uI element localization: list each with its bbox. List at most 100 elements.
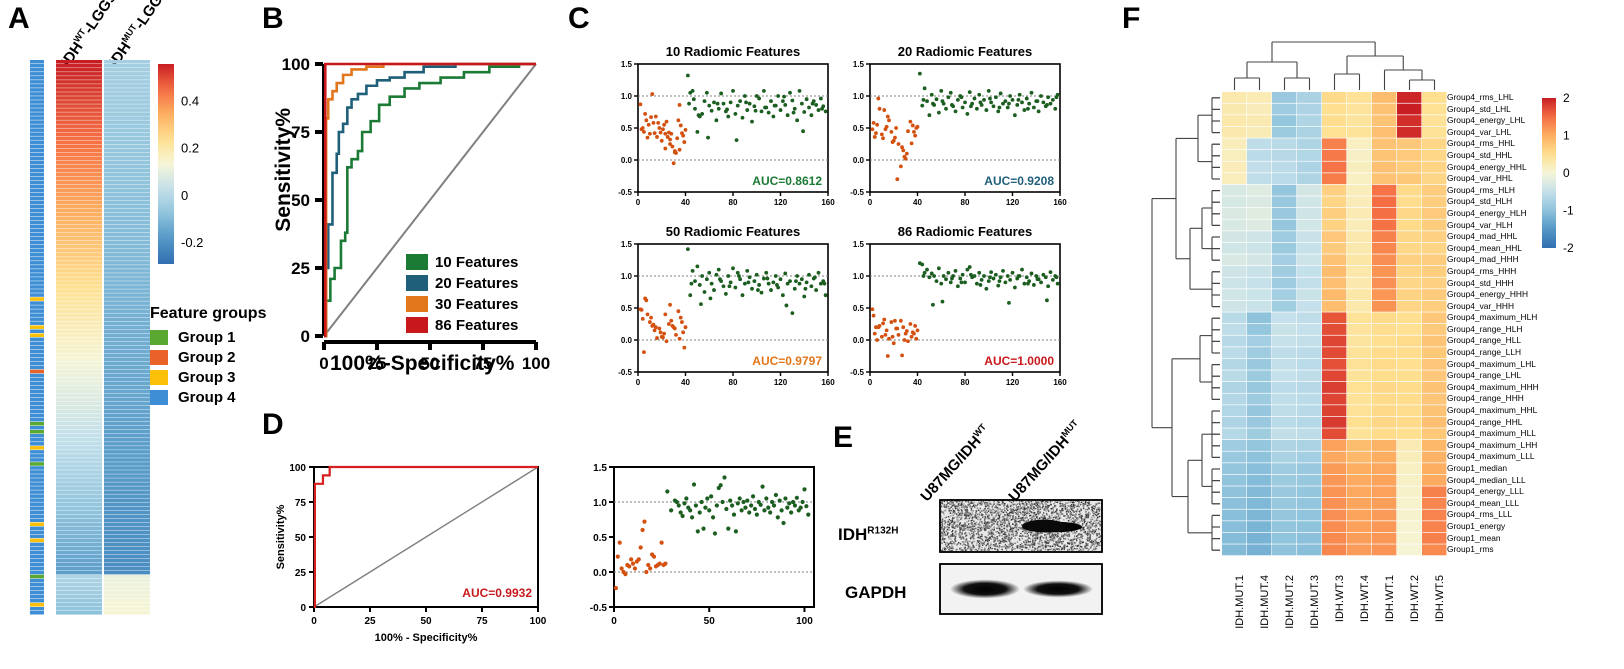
svg-text:-1: -1 <box>1563 204 1574 218</box>
svg-text:120: 120 <box>1006 198 1020 207</box>
panel-e-letter: E <box>833 421 854 454</box>
panel-b-letter: B <box>262 2 284 35</box>
legend-swatch-group3 <box>150 370 168 385</box>
panel-e-lane-label-mut: U87MG/IDHMUT <box>1005 418 1086 505</box>
panel-f-row-label: Group4_range_HHL <box>1447 416 1523 427</box>
panel-f-row-label: Group4_mad_HHL <box>1447 231 1518 242</box>
svg-text:40: 40 <box>913 378 922 387</box>
svg-text:-2: -2 <box>1563 241 1574 255</box>
svg-text:25: 25 <box>295 568 307 579</box>
svg-text:1: 1 <box>1563 129 1570 143</box>
svg-text:0: 0 <box>868 198 873 207</box>
svg-text:50: 50 <box>420 616 432 627</box>
svg-text:0: 0 <box>636 198 641 207</box>
svg-text:30 Features: 30 Features <box>435 296 518 313</box>
panel-e-blot <box>939 499 1110 630</box>
svg-text:120: 120 <box>774 378 788 387</box>
svg-text:0: 0 <box>311 616 317 627</box>
svg-text:1.0: 1.0 <box>621 272 633 281</box>
panel-f-row-label: Group4_var_HLH <box>1447 219 1513 230</box>
panel-c-charts: 10 Radiomic Features 1.5 1.0 0.5 0.0 -0.5 0 40 8… <box>600 36 1067 396</box>
svg-text:75: 75 <box>476 616 488 627</box>
svg-text:-0.5: -0.5 <box>590 603 608 614</box>
svg-text:80: 80 <box>729 378 738 387</box>
svg-text:1.5: 1.5 <box>621 60 633 69</box>
panel-f-col-label: IDH.WT.5 <box>1434 575 1446 623</box>
panel-f-row-label: Group4_range_HLL <box>1447 335 1522 346</box>
panel-f-row-label: Group1_energy <box>1447 520 1506 531</box>
panel-f-row-label: Group4_rms_HLH <box>1447 184 1515 195</box>
panel-d-letter: D <box>262 408 284 441</box>
svg-text:160: 160 <box>821 198 835 207</box>
panel-f-col-label: IDH.WT.1 <box>1384 575 1396 623</box>
panel-f-col-label: IDH.MUT.3 <box>1309 575 1321 629</box>
panel-f-row-label: Group4_maximum_LHH <box>1447 439 1538 450</box>
panel-f-row-label: Group4_std_HHH <box>1447 277 1514 288</box>
svg-text:0.5: 0.5 <box>621 124 633 133</box>
svg-text:AUC=1.0000: AUC=1.0000 <box>984 354 1054 368</box>
svg-text:40: 40 <box>681 378 690 387</box>
svg-text:80: 80 <box>961 378 970 387</box>
legend-label-group3: Group 3 <box>178 369 236 386</box>
svg-text:0.5: 0.5 <box>853 304 865 313</box>
svg-text:AUC=0.9932: AUC=0.9932 <box>462 586 532 600</box>
svg-text:0: 0 <box>1563 166 1570 180</box>
svg-text:10 Features: 10 Features <box>435 254 518 271</box>
panel-a-legend-title: Feature groups <box>150 305 267 322</box>
svg-text:100: 100 <box>282 55 310 74</box>
panel-f-row-label: Group4_std_HLH <box>1447 196 1513 207</box>
svg-text:0: 0 <box>319 354 328 373</box>
panel-f-row-label: Group1_rms <box>1447 544 1494 555</box>
panel-f-row-label: Group4_range_HHH <box>1447 393 1524 404</box>
legend-item: Group 1 <box>150 329 266 346</box>
svg-text:0: 0 <box>636 378 641 387</box>
svg-text:1.0: 1.0 <box>593 498 607 509</box>
panel-d-scatter-chart: 1.5 1.0 0.5 0.0 -0.5 0 50 100 <box>580 455 830 655</box>
svg-text:80: 80 <box>729 198 738 207</box>
svg-text:20 Radiomic Features: 20 Radiomic Features <box>898 44 1032 59</box>
panel-e-row-label-idh-text: IDHR132H <box>838 525 899 544</box>
svg-text:1.0: 1.0 <box>853 272 865 281</box>
panel-d-scatter-svg: 1.5 1.0 0.5 0.0 -0.50 50 100 <box>590 463 815 627</box>
legend-item: Group 3 <box>150 369 266 386</box>
svg-text:10 Radiomic Features: 10 Radiomic Features <box>666 44 800 59</box>
svg-text:100: 100 <box>530 616 547 627</box>
svg-text:86 Features: 86 Features <box>435 317 518 334</box>
panel-f-row-label: Group4_maximum_LHL <box>1447 358 1536 369</box>
svg-text:120: 120 <box>774 198 788 207</box>
panel-f-row-label: Group4_rms_HHH <box>1447 265 1517 276</box>
svg-text:0: 0 <box>300 603 306 614</box>
svg-text:0.0: 0.0 <box>853 336 865 345</box>
svg-text:-0.5: -0.5 <box>850 368 864 377</box>
svg-text:0.5: 0.5 <box>621 304 633 313</box>
svg-text:100: 100 <box>796 616 813 627</box>
svg-text:0.5: 0.5 <box>853 124 865 133</box>
panel-f-heatmap-svg <box>1151 41 1447 556</box>
svg-text:86 Radiomic Features: 86 Radiomic Features <box>898 224 1032 239</box>
panel-e-lane-label-wt: U87MG/IDHWT <box>917 422 994 505</box>
panel-e-lane-label-wt-text: U87MG/IDHWT <box>917 421 989 505</box>
legend-item: Group 2 <box>150 349 266 366</box>
panel-f-row-label: Group4_maximum_HLH <box>1447 312 1538 323</box>
panel-f-row-label: Group1_mean <box>1447 532 1501 543</box>
svg-text:-0.5: -0.5 <box>618 188 632 197</box>
panel-f-col-label: IDH.WT.3 <box>1334 575 1346 623</box>
panel-f-row-label: Group4_median_LLL <box>1447 474 1526 485</box>
svg-text:0.5: 0.5 <box>593 533 607 544</box>
svg-text:Sensitivity%: Sensitivity% <box>275 504 287 569</box>
svg-text:0: 0 <box>301 327 310 346</box>
panel-e-row-label-gapdh: GAPDH <box>845 583 907 602</box>
panel-f-row-label: Group4_std_HHL <box>1447 149 1513 160</box>
svg-text:100% - Specificity%: 100% - Specificity% <box>375 632 478 644</box>
legend-item: Group 4 <box>150 389 266 406</box>
panel-f-row-label: Group4_var_HHH <box>1447 300 1515 311</box>
legend-swatch-group2 <box>150 350 168 365</box>
svg-text:0.0: 0.0 <box>593 568 607 579</box>
svg-text:0.2: 0.2 <box>181 141 199 156</box>
svg-text:-0.5: -0.5 <box>618 368 632 377</box>
panel-c-letter: C <box>568 2 590 35</box>
svg-text:0: 0 <box>611 616 617 627</box>
panel-f-colorbar: 2 1 0 -1 -2 <box>1540 91 1610 256</box>
svg-text:-0.2: -0.2 <box>181 235 203 250</box>
legend-label-group1: Group 1 <box>178 329 236 346</box>
